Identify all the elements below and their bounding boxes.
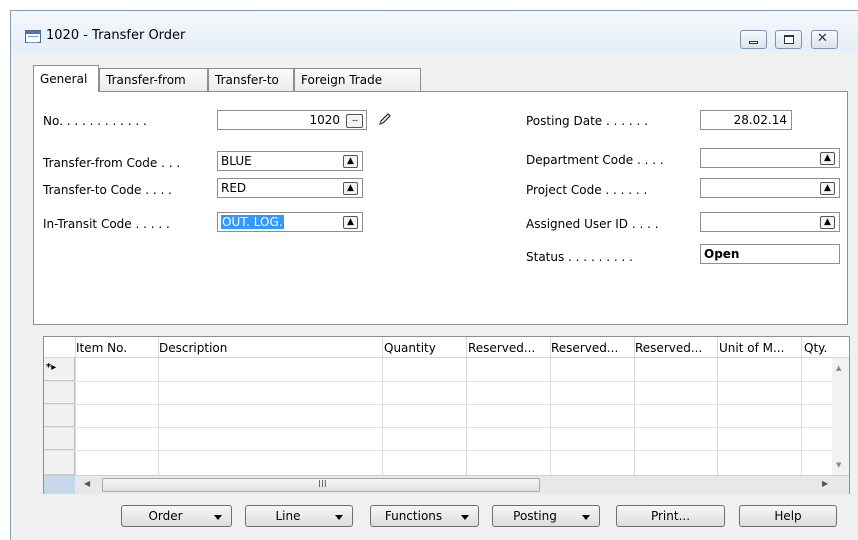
col-divider [158, 337, 159, 475]
tab-foreign-trade[interactable]: Foreign Trade [294, 68, 421, 91]
close-button[interactable]: ✕ [811, 30, 838, 49]
scroll-left-icon[interactable]: ◀ [84, 479, 90, 488]
vertical-scrollbar[interactable]: ▲ ▼ [832, 358, 849, 475]
col-reserved-3[interactable]: Reserved... [635, 341, 702, 355]
col-reserved-2[interactable]: Reserved... [551, 341, 618, 355]
grid-header: Item No. Description Quantity Reserved..… [44, 337, 849, 358]
assigned-user-id-field[interactable] [700, 212, 840, 232]
no-label: No. . . . . . . . . . . . [43, 114, 147, 128]
col-reserved-1[interactable]: Reserved... [468, 341, 535, 355]
department-code-label: Department Code . . . . [526, 153, 664, 167]
lines-grid[interactable]: Item No. Description Quantity Reserved..… [43, 336, 850, 494]
transfer-order-window: 1020 - Transfer Order ✕ General Transfer… [10, 10, 858, 540]
grid-corner [44, 476, 75, 494]
assigned-user-lookup-icon[interactable]: ▲ [820, 216, 835, 229]
col-divider [75, 337, 76, 475]
row-selector[interactable] [44, 427, 75, 450]
col-item-no[interactable]: Item No. [76, 341, 127, 355]
functions-menu-button[interactable]: Functions [370, 505, 479, 527]
scroll-thumb[interactable]: III [102, 478, 540, 492]
in-transit-code-field[interactable]: OUT. LOG. [217, 212, 363, 232]
department-lookup-icon[interactable]: ▲ [820, 152, 835, 165]
transfer-to-lookup-icon[interactable]: ▲ [343, 182, 358, 195]
in-transit-code-value: OUT. LOG. [221, 215, 284, 229]
transfer-from-code-label: Transfer-from Code . . . [43, 156, 181, 170]
assigned-user-id-label: Assigned User ID . . . . [526, 217, 659, 231]
chevron-down-icon [214, 515, 222, 520]
scroll-up-icon[interactable]: ▲ [836, 364, 841, 372]
tab-transfer-to[interactable]: Transfer-to [208, 68, 294, 91]
in-transit-lookup-icon[interactable]: ▲ [343, 216, 358, 229]
table-row [44, 450, 834, 451]
maximize-icon [784, 35, 794, 44]
in-transit-code-label: In-Transit Code . . . . . [43, 217, 170, 231]
table-row [44, 404, 834, 405]
col-divider [717, 337, 718, 475]
row-selector[interactable] [44, 450, 75, 475]
transfer-to-code-label: Transfer-to Code . . . . [43, 183, 172, 197]
no-value: 1020 [309, 113, 340, 127]
project-code-field[interactable] [700, 178, 840, 198]
col-divider [634, 337, 635, 475]
line-menu-button[interactable]: Line [245, 505, 353, 527]
row-selector[interactable] [44, 404, 75, 427]
close-icon: ✕ [817, 31, 828, 46]
status-field[interactable]: Open [700, 244, 840, 264]
posting-menu-button[interactable]: Posting [492, 505, 600, 527]
table-row [44, 381, 834, 382]
print-button[interactable]: Print... [616, 505, 725, 527]
posting-date-label: Posting Date . . . . . . [526, 114, 648, 128]
tab-transfer-from[interactable]: Transfer-from [99, 68, 208, 91]
col-quantity[interactable]: Quantity [384, 341, 436, 355]
title-bar[interactable]: 1020 - Transfer Order ✕ [11, 11, 858, 51]
chevron-down-icon [582, 515, 590, 520]
chevron-down-icon [335, 515, 343, 520]
col-divider [801, 337, 802, 475]
scroll-grip: III [318, 479, 327, 490]
window-title: 1020 - Transfer Order [46, 28, 186, 43]
transfer-from-lookup-icon[interactable]: ▲ [343, 155, 358, 168]
col-qty[interactable]: Qty. [804, 341, 827, 355]
table-row [44, 427, 834, 428]
maximize-button[interactable] [775, 30, 802, 49]
form-icon [25, 30, 41, 43]
new-row-icon: *▸ [46, 362, 57, 373]
transfer-from-code-field[interactable]: BLUE [217, 151, 363, 171]
no-field[interactable]: 1020 [217, 110, 367, 130]
chevron-down-icon [461, 515, 469, 520]
posting-date-field[interactable]: 28.02.14 [700, 110, 792, 130]
row-selector[interactable]: *▸ [44, 358, 75, 381]
general-panel: No. . . . . . . . . . . . 1020 ... Trans… [33, 91, 848, 325]
row-selector[interactable] [44, 381, 75, 404]
tab-general[interactable]: General [33, 65, 99, 92]
col-divider [550, 337, 551, 475]
project-code-label: Project Code . . . . . . [526, 183, 648, 197]
col-unit-of-measure[interactable]: Unit of M... [719, 341, 784, 355]
horizontal-scrollbar[interactable]: ◀ III ▶ [44, 475, 849, 494]
col-divider [466, 337, 467, 475]
order-menu-button[interactable]: Order [121, 505, 232, 527]
department-code-field[interactable] [700, 148, 840, 168]
col-divider [382, 337, 383, 475]
scroll-right-icon[interactable]: ▶ [822, 479, 828, 488]
status-label: Status . . . . . . . . . [526, 250, 633, 264]
scroll-down-icon[interactable]: ▼ [836, 461, 841, 469]
col-description[interactable]: Description [159, 341, 227, 355]
transfer-to-code-field[interactable]: RED [217, 178, 363, 198]
project-lookup-icon[interactable]: ▲ [820, 182, 835, 195]
pencil-icon[interactable] [377, 111, 393, 127]
minimize-icon [749, 41, 758, 44]
minimize-button[interactable] [740, 30, 767, 49]
assist-edit-button[interactable]: ... [346, 114, 363, 128]
help-button[interactable]: Help [739, 505, 837, 527]
